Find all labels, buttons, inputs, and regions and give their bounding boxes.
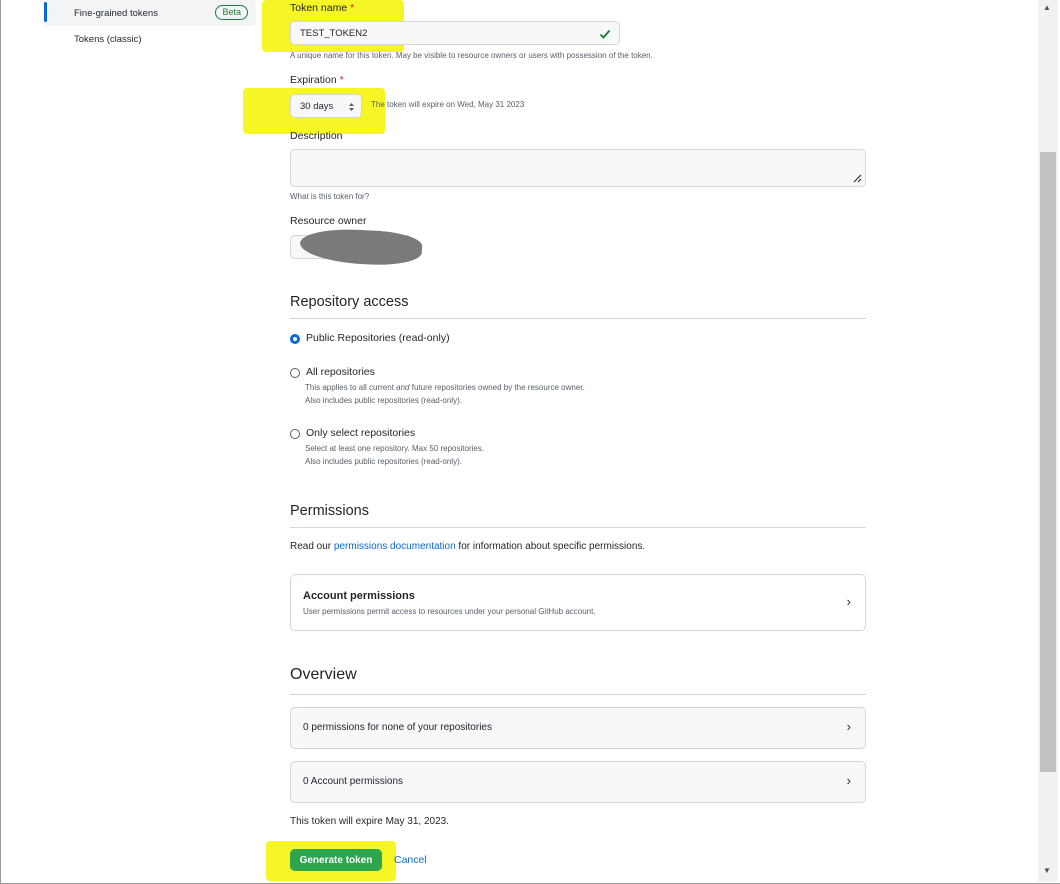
- radio-all-repositories[interactable]: [290, 368, 300, 378]
- radio-note-all: This applies to all current and future r…: [305, 383, 585, 405]
- overview-row-label: 0 Account permissions: [303, 776, 404, 787]
- description-textarea[interactable]: [290, 149, 866, 187]
- token-name-input[interactable]: TEST_TOKEN2: [290, 21, 620, 45]
- scrollbar-thumb[interactable]: [1040, 152, 1056, 772]
- permissions-intro: Read our permissions documentation for i…: [290, 541, 646, 552]
- radio-select-repositories[interactable]: [290, 429, 300, 439]
- token-name-help: A unique name for this token. May be vis…: [290, 51, 653, 60]
- token-name-label: Token name *: [290, 2, 355, 14]
- sidebar-item-fine-grained-tokens[interactable]: Fine-grained tokens Beta: [44, 0, 256, 26]
- expiration-value: 30 days: [300, 101, 334, 112]
- chevron-right-icon: ›: [846, 594, 851, 609]
- expiration-label: Expiration *: [290, 74, 344, 86]
- radio-label-public: Public Repositories (read-only): [306, 332, 450, 344]
- sidebar-item-label: Tokens (classic): [74, 33, 142, 45]
- repository-access-title: Repository access: [290, 294, 409, 310]
- account-permissions-desc: User permissions permit access to resour…: [303, 607, 596, 616]
- radio-note-select: Select at least one repository. Max 50 r…: [305, 444, 485, 466]
- vertical-scrollbar[interactable]: ▲ ▼: [1038, 0, 1058, 882]
- account-permissions-title: Account permissions: [303, 590, 415, 602]
- select-arrows-icon: [349, 103, 354, 111]
- overview-row-label: 0 permissions for none of your repositor…: [303, 722, 492, 733]
- settings-sidebar: Fine-grained tokens Beta Tokens (classic…: [44, 0, 256, 52]
- cancel-link[interactable]: Cancel: [394, 854, 427, 866]
- chevron-right-icon: ›: [846, 719, 851, 734]
- scroll-up-arrow-icon[interactable]: ▲: [1043, 3, 1051, 12]
- resize-handle-icon[interactable]: [850, 171, 862, 183]
- expiration-select[interactable]: 30 days: [290, 94, 362, 118]
- token-name-value: TEST_TOKEN2: [300, 28, 368, 39]
- scroll-down-arrow-icon[interactable]: ▼: [1043, 866, 1051, 875]
- overview-title: Overview: [290, 666, 357, 683]
- resource-owner-label: Resource owner: [290, 215, 367, 227]
- divider: [290, 527, 866, 528]
- browser-viewport: [0, 0, 1060, 884]
- overview-account-row[interactable]: 0 Account permissions ›: [290, 761, 866, 803]
- chevron-right-icon: ›: [846, 773, 851, 788]
- description-label: Description: [290, 130, 343, 142]
- radio-label-all: All repositories: [306, 366, 375, 378]
- expiration-note: The token will expire on Wed, May 31 202…: [371, 100, 525, 109]
- generate-token-button[interactable]: Generate token: [290, 849, 382, 871]
- check-icon: [599, 29, 611, 39]
- beta-badge: Beta: [215, 5, 248, 20]
- permissions-documentation-link[interactable]: permissions documentation: [334, 541, 456, 552]
- account-permissions-panel[interactable]: Account permissions User permissions per…: [290, 574, 866, 631]
- divider: [290, 694, 866, 695]
- expiry-note: This token will expire May 31, 2023.: [290, 816, 449, 827]
- radio-label-select: Only select repositories: [306, 427, 416, 439]
- radio-public-repositories[interactable]: [290, 334, 300, 344]
- sidebar-item-tokens-classic[interactable]: Tokens (classic): [44, 26, 256, 52]
- overview-repositories-row[interactable]: 0 permissions for none of your repositor…: [290, 707, 866, 749]
- permissions-title: Permissions: [290, 503, 369, 519]
- sidebar-item-label: Fine-grained tokens: [74, 7, 158, 19]
- divider: [290, 318, 866, 319]
- description-help: What is this token for?: [290, 192, 370, 201]
